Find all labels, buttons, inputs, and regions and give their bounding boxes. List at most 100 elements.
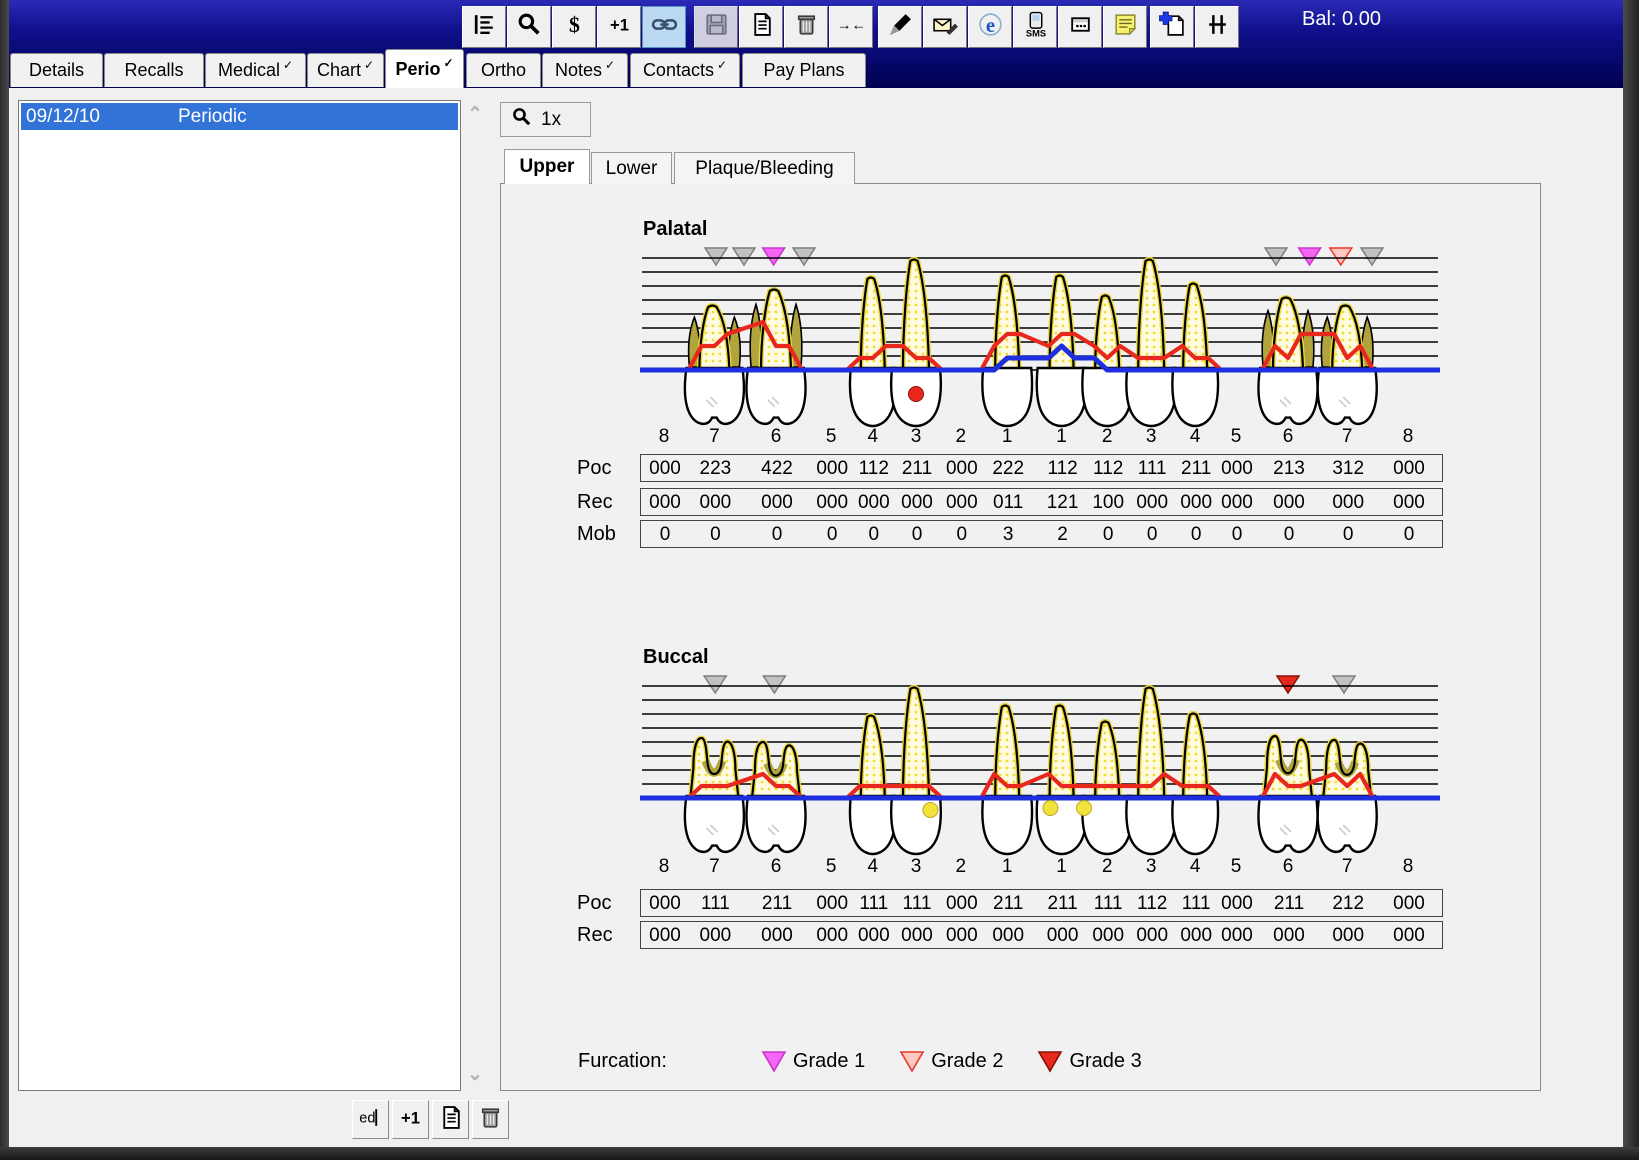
rec-value[interactable]: 000 — [1325, 925, 1371, 947]
mail-button[interactable] — [923, 6, 967, 48]
poc-value[interactable]: 111 — [1173, 893, 1219, 915]
poc-value[interactable]: 111 — [894, 893, 940, 915]
mob-value[interactable]: 0 — [1085, 524, 1131, 546]
poc-value[interactable]: 111 — [851, 893, 897, 915]
exam-list[interactable]: 09/12/10Periodic — [18, 100, 461, 1091]
poc-value[interactable]: 112 — [1129, 893, 1175, 915]
poc-value[interactable]: 000 — [939, 893, 985, 915]
mob-value[interactable]: 0 — [1214, 524, 1260, 546]
rec-value[interactable]: 000 — [754, 492, 800, 514]
rec-value[interactable]: 011 — [985, 492, 1031, 514]
buccal-svg[interactable] — [640, 674, 1440, 862]
tab-pay-plans[interactable]: Pay Plans — [742, 53, 866, 87]
mob-value[interactable]: 0 — [642, 524, 688, 546]
mob-value[interactable]: 0 — [1266, 524, 1312, 546]
poc-value[interactable]: 112 — [1085, 458, 1131, 480]
mob-value[interactable]: 0 — [809, 524, 855, 546]
tab-contacts[interactable]: Contacts✓ — [630, 53, 740, 87]
crosshatch-button[interactable] — [1195, 6, 1239, 48]
rec-value[interactable]: 000 — [1386, 925, 1432, 947]
mob-value[interactable]: 0 — [939, 524, 985, 546]
subtab-plaque-bleeding[interactable]: Plaque/Bleeding — [674, 152, 855, 184]
poc-value[interactable]: 211 — [754, 893, 800, 915]
print-button[interactable] — [739, 6, 783, 48]
poc-value[interactable]: 111 — [1085, 893, 1131, 915]
rec-value[interactable]: 000 — [1266, 492, 1312, 514]
search-button[interactable] — [507, 6, 551, 48]
poc-value[interactable]: 000 — [809, 458, 855, 480]
rec-value[interactable]: 000 — [1040, 925, 1086, 947]
rec-value[interactable]: 000 — [754, 925, 800, 947]
rec-value[interactable]: 000 — [1386, 492, 1432, 514]
rec-value[interactable]: 000 — [1085, 925, 1131, 947]
poc-value[interactable]: 222 — [985, 458, 1031, 480]
poc-value[interactable]: 223 — [692, 458, 738, 480]
save-button[interactable] — [694, 6, 738, 48]
fee-button[interactable]: $ — [552, 6, 596, 48]
plus-one-button[interactable]: +1 — [597, 6, 641, 48]
tab-notes[interactable]: Notes✓ — [542, 53, 628, 87]
exam-list-item[interactable]: 09/12/10Periodic — [21, 103, 458, 130]
rec-value[interactable]: 000 — [1173, 925, 1219, 947]
sms-button[interactable]: SMS — [1013, 6, 1057, 48]
rec-value[interactable]: 000 — [1129, 925, 1175, 947]
rec-value[interactable]: 000 — [851, 492, 897, 514]
poc-value[interactable]: 112 — [851, 458, 897, 480]
poc-value[interactable]: 422 — [754, 458, 800, 480]
tab-recalls[interactable]: Recalls — [104, 53, 204, 87]
tab-ortho[interactable]: Ortho — [466, 53, 541, 87]
rec-value[interactable]: 000 — [1129, 492, 1175, 514]
poc-value[interactable]: 000 — [642, 458, 688, 480]
edit-exam-button[interactable]: ed — [352, 1100, 389, 1139]
subtab-upper[interactable]: Upper — [504, 149, 590, 184]
rec-value[interactable]: 000 — [1325, 492, 1371, 514]
rec-value[interactable]: 000 — [985, 925, 1031, 947]
subtab-lower[interactable]: Lower — [591, 152, 672, 184]
note-button[interactable] — [1103, 6, 1147, 48]
poc-value[interactable]: 112 — [1040, 458, 1086, 480]
rec-value[interactable]: 000 — [692, 492, 738, 514]
chart-zoom-button[interactable]: 1x — [500, 102, 591, 137]
rec-value[interactable]: 000 — [939, 925, 985, 947]
poc-value[interactable]: 212 — [1325, 893, 1371, 915]
new-document-button[interactable] — [1150, 6, 1194, 48]
scroll-down-icon[interactable]: ⌄ — [467, 1063, 483, 1086]
mob-value[interactable]: 0 — [1325, 524, 1371, 546]
mob-value[interactable]: 3 — [985, 524, 1031, 546]
tab-chart[interactable]: Chart✓ — [307, 53, 384, 87]
rec-value[interactable]: 000 — [1214, 925, 1260, 947]
poc-value[interactable]: 000 — [1214, 893, 1260, 915]
mob-value[interactable]: 0 — [754, 524, 800, 546]
rec-value[interactable]: 000 — [894, 492, 940, 514]
rec-value[interactable]: 000 — [809, 492, 855, 514]
rec-value[interactable]: 000 — [809, 925, 855, 947]
poc-value[interactable]: 000 — [1386, 458, 1432, 480]
poc-value[interactable]: 111 — [692, 893, 738, 915]
mob-value[interactable]: 0 — [851, 524, 897, 546]
rec-value[interactable]: 000 — [692, 925, 738, 947]
poc-value[interactable]: 211 — [894, 458, 940, 480]
poc-value[interactable]: 312 — [1325, 458, 1371, 480]
poc-value[interactable]: 111 — [1129, 458, 1175, 480]
poc-value[interactable]: 213 — [1266, 458, 1312, 480]
poc-value[interactable]: 211 — [1173, 458, 1219, 480]
add-exam-button[interactable]: +1 — [392, 1100, 429, 1139]
poc-value[interactable]: 000 — [809, 893, 855, 915]
rec-value[interactable]: 000 — [642, 492, 688, 514]
mob-value[interactable]: 0 — [894, 524, 940, 546]
delete-exam-button[interactable] — [472, 1100, 509, 1139]
mob-value[interactable]: 0 — [1173, 524, 1219, 546]
rec-value[interactable]: 000 — [1266, 925, 1312, 947]
palatal-svg[interactable] — [640, 246, 1440, 434]
web-button[interactable]: e — [968, 6, 1012, 48]
rec-value[interactable]: 000 — [642, 925, 688, 947]
mob-value[interactable]: 2 — [1040, 524, 1086, 546]
rec-value[interactable]: 100 — [1085, 492, 1131, 514]
rec-value[interactable]: 000 — [1214, 492, 1260, 514]
mob-value[interactable]: 0 — [1129, 524, 1175, 546]
poc-value[interactable]: 000 — [1386, 893, 1432, 915]
poc-value[interactable]: 211 — [1266, 893, 1312, 915]
tab-perio[interactable]: Perio✓ — [385, 49, 464, 88]
rec-value[interactable]: 000 — [851, 925, 897, 947]
poc-value[interactable]: 000 — [939, 458, 985, 480]
